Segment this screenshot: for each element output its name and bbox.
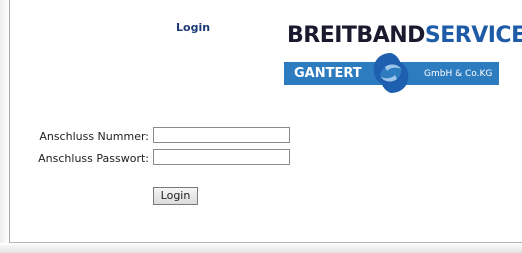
window-bottom-border (9, 242, 522, 243)
logo-wordmark-breitband: BREITBAND (287, 23, 425, 48)
login-button[interactable]: Login (153, 187, 198, 205)
logo-wordmark-service: SERVICE (424, 23, 522, 48)
anschluss-nummer-label: Anschluss Nummer: (39, 130, 149, 143)
anschluss-passwort-label: Anschluss Passwort: (38, 152, 149, 165)
logo-wordmark: BREITBANDSERVICE (287, 23, 522, 49)
login-page: Login BREITBANDSERVICE GANTERT GmbH & Co… (0, 0, 522, 253)
anschluss-nummer-input[interactable] (153, 127, 290, 143)
page-title: Login (176, 21, 211, 34)
logo-legal-form: GmbH & Co.KG (424, 69, 493, 79)
window-left-border (9, 0, 10, 253)
window-bottom-edge (0, 243, 522, 253)
logo-company-name: GANTERT (294, 66, 362, 81)
swirl-emblem-icon (373, 53, 409, 93)
window-left-edge (0, 0, 9, 253)
anschluss-passwort-input[interactable] (153, 149, 290, 165)
